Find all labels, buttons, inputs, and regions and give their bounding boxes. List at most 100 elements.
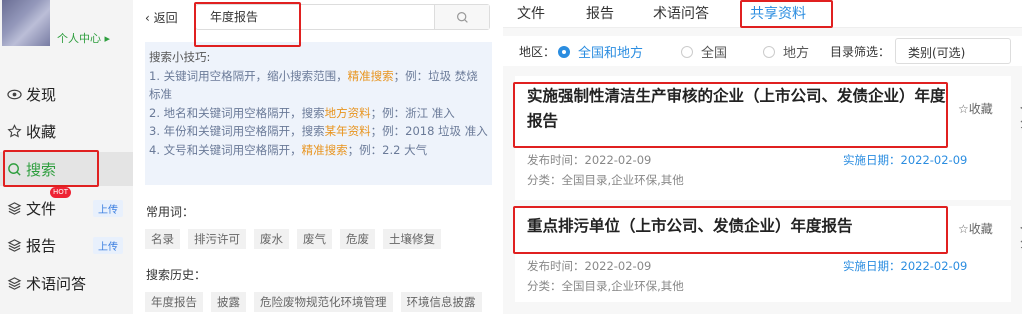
common-word-chip[interactable]: 排污许可 [188, 229, 246, 249]
sidebar-item-favorites[interactable]: 收藏 [0, 114, 133, 148]
publish-time: 发布时间：2022-02-09 [527, 258, 651, 274]
search-box [195, 4, 490, 30]
category: 分类：全国目录,企业环保,其他 [527, 172, 684, 188]
sidebar: 个人中心 ▸ 发现 收藏 搜索 文件 HOT 上传 报告 上传 术语问答 [0, 0, 133, 314]
layers-icon [6, 237, 22, 253]
result-title[interactable]: 重点排污单位（上市公司、发债企业）年度报告 [527, 214, 947, 239]
common-word-chip[interactable]: 废气 [297, 229, 332, 249]
region-option-local[interactable]: 地方 [763, 42, 809, 61]
search-panel: ‹ 返回 搜索小技巧: 1. 关键词用空格隔开，缩小搜索范围，精准搜索；例：垃圾… [133, 0, 503, 314]
tab-shared-materials[interactable]: 共享资料 [750, 3, 806, 28]
radio-icon [558, 45, 570, 58]
sidebar-item-search[interactable]: 搜索 [0, 152, 133, 186]
result-card[interactable]: 重点排污单位（上市公司、发债企业）年度报告 ☆收藏 ◀分 发布时间：2022-0… [515, 206, 1022, 302]
eye-icon [6, 86, 22, 102]
category-label: 分类： [527, 173, 562, 187]
common-words-title: 常用词： [146, 205, 195, 219]
effective-date-value: 2022-02-09 [900, 153, 968, 167]
search-history-title: 搜索历史： [146, 268, 207, 282]
category: 分类：全国目录,企业环保,其他 [527, 278, 684, 294]
results-area: 文件 报告 术语问答 共享资料 地区： 全国和地方 全国 地方 目录筛选： 类别… [503, 0, 1022, 314]
radio-icon [763, 45, 775, 58]
layers-icon [6, 275, 22, 291]
tab-reports[interactable]: 报告 [586, 3, 614, 23]
publish-time: 发布时间：2022-02-09 [527, 152, 651, 168]
sidebar-item-reports[interactable]: 报告 上传 [0, 228, 133, 262]
tip-text: 4. 文号和关键词用空格隔开， [149, 142, 302, 157]
category-label: 分类： [527, 279, 562, 293]
tip-3: 3. 年份和关键词用空格隔开，搜索某年资料；例：2018 垃圾 准入 [149, 122, 488, 141]
radio-label: 全国 [701, 46, 728, 61]
tip-text: 2. 地名和关键词用空格隔开，搜索 [149, 105, 325, 120]
tip-text: ；例：2018 垃圾 准入 [370, 124, 488, 138]
tip-text: 3. 年份和关键词用空格隔开，搜索 [149, 124, 325, 138]
radio-label: 地方 [783, 46, 810, 61]
radio-label: 全国和地方 [578, 46, 644, 61]
effective-date: 实施日期：2022-02-09 [843, 258, 967, 274]
back-label: 返回 [153, 11, 178, 25]
history-chip[interactable]: 危险废物规范化环境管理 [254, 292, 393, 312]
common-word-chip[interactable]: 废水 [254, 229, 289, 249]
sidebar-item-term-qa[interactable]: 术语问答 [0, 266, 133, 300]
search-submit-button[interactable] [434, 5, 489, 29]
sidebar-item-label: 收藏 [26, 122, 57, 141]
upload-report-button[interactable]: 上传 [93, 236, 123, 254]
hot-badge: HOT [50, 187, 72, 198]
upload-file-button[interactable]: 上传 [93, 199, 123, 217]
sidebar-item-label: 术语问答 [26, 274, 87, 293]
back-button[interactable]: ‹ 返回 [145, 9, 178, 26]
tip-1: 1. 关键词用空格隔开，缩小搜索范围，精准搜索；例：垃圾 焚烧 标准 [149, 67, 488, 104]
tab-bar: 文件 报告 术语问答 共享资料 [503, 0, 1022, 28]
history-chip[interactable]: 环境信息披露 [400, 292, 482, 312]
radio-icon [681, 45, 693, 58]
tip-text: ；例：浙江 准入 [370, 105, 455, 120]
personal-center-link[interactable]: 个人中心 ▸ [57, 30, 110, 46]
tips-title: 搜索小技巧: [149, 50, 211, 64]
sidebar-item-label: 搜索 [26, 160, 57, 179]
tip-text: ；例：2.2 大气 [347, 142, 428, 157]
common-word-chip[interactable]: 土壤修复 [383, 229, 441, 249]
favorite-button[interactable]: ☆收藏 [958, 100, 993, 117]
history-chip[interactable]: 披露 [211, 292, 246, 312]
star-icon [6, 123, 22, 139]
search-icon [6, 161, 22, 177]
result-card[interactable]: 实施强制性清洁生产审核的企业（上市公司、发债企业）年度报告 ☆收藏 ◀分 发布时… [515, 76, 1022, 200]
category-value: 全国目录,企业环保,其他 [561, 279, 684, 293]
sidebar-item-files[interactable]: 文件 HOT 上传 [0, 187, 133, 225]
tab-files[interactable]: 文件 [517, 3, 545, 23]
sidebar-item-label: 发现 [26, 85, 57, 104]
avatar[interactable] [2, 0, 50, 46]
publish-date: 2022-02-09 [584, 259, 652, 273]
history-chip[interactable]: 年度报告 [145, 292, 203, 312]
region-option-all[interactable]: 全国和地方 [558, 42, 643, 61]
common-word-chip[interactable]: 危废 [340, 229, 375, 249]
tip-keyword: 某年资料 [324, 124, 371, 138]
app-root: 个人中心 ▸ 发现 收藏 搜索 文件 HOT 上传 报告 上传 术语问答 ‹ 返… [0, 0, 1022, 314]
sidebar-item-discover[interactable]: 发现 [0, 77, 133, 111]
catalog-filter-label: 目录筛选： [830, 45, 891, 59]
common-words-list: 名录 排污许可 废水 废气 危废 土壤修复 [145, 229, 441, 249]
chevron-left-icon: ‹ [145, 11, 150, 25]
triangle-right-icon: ▸ [104, 32, 111, 45]
personal-center-label: 个人中心 [57, 32, 101, 45]
tab-term-qa[interactable]: 术语问答 [653, 3, 709, 23]
publish-label: 发布时间： [527, 259, 585, 273]
common-word-chip[interactable]: 名录 [145, 229, 180, 249]
tip-keyword: 精准搜索 [301, 142, 348, 157]
effective-label: 实施日期： [843, 259, 901, 273]
tip-keyword: 地方资料 [324, 105, 371, 120]
tip-4: 4. 文号和关键词用空格隔开，精准搜索；例：2.2 大气 [149, 141, 488, 160]
search-input[interactable] [210, 9, 430, 23]
catalog-filter-select[interactable]: 类别(可选) [895, 38, 1011, 64]
search-icon [456, 11, 468, 23]
tip-keyword: 精准搜索 [347, 68, 394, 83]
category-value: 全国目录,企业环保,其他 [561, 173, 684, 187]
favorite-button[interactable]: ☆收藏 [958, 220, 993, 237]
publish-label: 发布时间： [527, 153, 585, 167]
search-history-list: 年度报告 披露 危险废物规范化环境管理 环境信息披露 [145, 292, 482, 312]
tip-2: 2. 地名和关键词用空格隔开，搜索地方资料；例：浙江 准入 [149, 104, 488, 123]
effective-date: 实施日期：2022-02-09 [843, 152, 967, 168]
region-option-national[interactable]: 全国 [681, 42, 727, 61]
result-title[interactable]: 实施强制性清洁生产审核的企业（上市公司、发债企业）年度报告 [527, 84, 947, 134]
sidebar-item-label: 报告 [26, 236, 57, 255]
